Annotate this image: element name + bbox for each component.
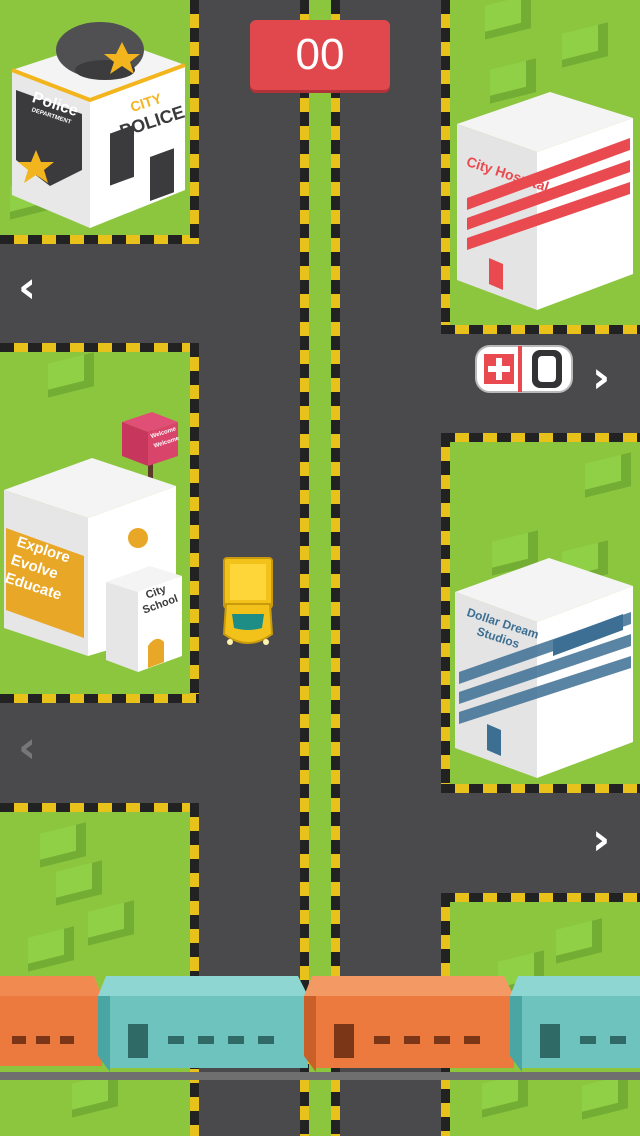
studio-graphic bbox=[455, 558, 633, 778]
ambulance-graphic bbox=[475, 345, 573, 393]
score-value: 00 bbox=[295, 30, 345, 79]
dollar-dream-studios: Dollar Dream Studios bbox=[453, 552, 635, 780]
curb bbox=[0, 235, 199, 244]
curb bbox=[300, 0, 309, 1136]
curb bbox=[441, 0, 450, 334]
train-car-graphic bbox=[304, 976, 514, 1072]
player-car[interactable] bbox=[220, 556, 276, 650]
curb bbox=[441, 784, 640, 793]
train-car-graphic bbox=[0, 976, 102, 1066]
curb bbox=[190, 803, 199, 1136]
player-car-graphic bbox=[222, 557, 274, 645]
lane-right-arrow-icon[interactable]: › bbox=[592, 818, 610, 862]
curb bbox=[331, 0, 340, 1136]
train-track bbox=[0, 1072, 640, 1080]
curb bbox=[441, 433, 450, 793]
lane-left-arrow-icon[interactable]: ‹ bbox=[18, 266, 36, 310]
train-car-teal bbox=[510, 976, 640, 1072]
curb bbox=[190, 343, 199, 703]
train-car-graphic bbox=[98, 976, 308, 1072]
city-school: Explore Evolve Educate City School Welco… bbox=[2, 410, 190, 682]
lane-left-arrow-icon[interactable]: ‹ bbox=[18, 726, 36, 770]
train-car-orange bbox=[0, 976, 102, 1072]
curb bbox=[0, 694, 199, 703]
curb bbox=[190, 0, 199, 244]
city-hospital: City Hospital bbox=[455, 88, 635, 313]
train-car-graphic bbox=[510, 976, 640, 1072]
curb bbox=[441, 433, 640, 442]
curb bbox=[0, 343, 199, 352]
curb bbox=[441, 893, 640, 902]
ambulance bbox=[474, 342, 576, 396]
city-hospital-graphic bbox=[457, 92, 633, 310]
lane-right-arrow-icon[interactable]: › bbox=[592, 356, 610, 400]
curb bbox=[441, 325, 640, 334]
train-car-teal bbox=[98, 976, 308, 1072]
police-station: Police DEPARTMENT CITY POLICE bbox=[10, 10, 190, 230]
train-car-orange bbox=[304, 976, 514, 1072]
curb bbox=[0, 803, 199, 812]
game-screen: Police DEPARTMENT CITY POLICE City Hospi… bbox=[0, 0, 640, 1136]
score-badge: 00 bbox=[250, 20, 390, 90]
